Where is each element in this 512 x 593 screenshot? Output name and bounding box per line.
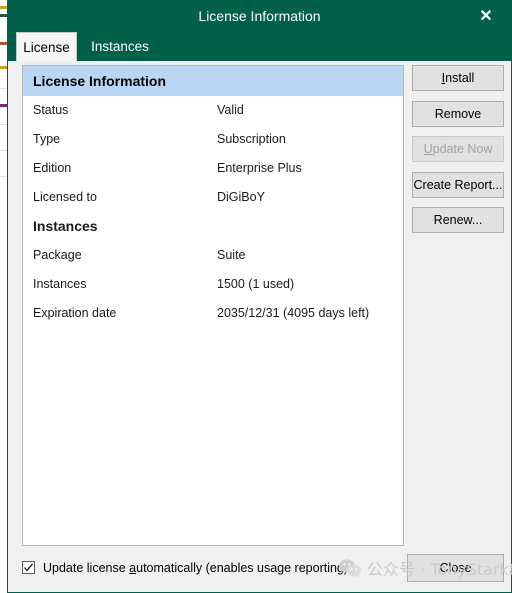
section-header-label: License Information	[33, 73, 167, 89]
detail-row-label: Expiration date	[33, 306, 117, 320]
background-app-marker	[0, 42, 7, 45]
close-button[interactable]: Close	[407, 554, 504, 582]
detail-row-label: Instances	[33, 218, 98, 234]
detail-row: Instances 1500 (1 used)	[23, 270, 403, 299]
install-button[interactable]: Install	[412, 65, 504, 91]
detail-row-label: Status	[33, 103, 69, 117]
close-x-icon[interactable]: ✕	[469, 1, 503, 32]
detail-row-value: DiGiBoY	[217, 190, 265, 204]
detail-row-value: Suite	[217, 248, 246, 262]
tab-strip: License Instances	[8, 32, 511, 61]
accelerator-letter: a	[129, 561, 137, 575]
background-app-marker	[0, 104, 7, 107]
renew-button[interactable]: Renew...	[412, 207, 504, 233]
detail-row-label: Package	[33, 248, 82, 262]
dialog-title: License Information	[198, 8, 321, 24]
detail-row: Package Suite	[23, 241, 403, 270]
detail-row: Type Subscription	[23, 125, 403, 154]
tab-license[interactable]: License	[16, 32, 77, 61]
detail-row-label: Type	[33, 132, 61, 146]
detail-row-label: Instances	[33, 277, 87, 291]
detail-row-value: Enterprise Plus	[217, 161, 302, 175]
section-header-license-information[interactable]: License Information	[23, 66, 403, 96]
auto-update-checkbox-label: Update license automatically (enables us…	[43, 561, 349, 575]
license-info-panel: License Information Status Valid Type Subsc…	[22, 65, 404, 546]
detail-row: Edition Enterprise Plus	[23, 154, 403, 183]
detail-row: Status Valid	[23, 96, 403, 125]
background-app-marker	[0, 6, 7, 9]
detail-row-value: 1500 (1 used)	[217, 277, 295, 291]
accelerator-letter: U	[423, 142, 433, 156]
detail-row-label: Edition	[33, 161, 72, 175]
license-information-dialog: License Information ✕ License Instances …	[7, 0, 512, 593]
update-now-button: Update Now	[412, 136, 504, 162]
detail-row-value: 2035/12/31 (4095 days left)	[217, 306, 370, 320]
remove-button[interactable]: Remove	[412, 101, 504, 127]
detail-row: Licensed to DiGiBoY	[23, 183, 403, 212]
accelerator-letter: I	[441, 71, 446, 85]
auto-update-checkbox[interactable]	[22, 561, 35, 574]
checkmark-icon	[24, 563, 34, 572]
create-report-button[interactable]: Create Report...	[412, 172, 504, 198]
detail-row: Expiration date 2035/12/31 (4095 days lef…	[23, 299, 403, 328]
detail-row-value: Subscription	[217, 132, 286, 146]
detail-subheader-row: Instances	[23, 212, 403, 241]
detail-row-value: Valid	[217, 103, 244, 117]
detail-row-label: Licensed to	[33, 190, 97, 204]
background-app-marker	[0, 14, 7, 17]
dialog-title-bar: License Information ✕	[8, 1, 511, 32]
tab-instances[interactable]: Instances	[77, 32, 163, 61]
background-app-marker	[0, 66, 7, 69]
